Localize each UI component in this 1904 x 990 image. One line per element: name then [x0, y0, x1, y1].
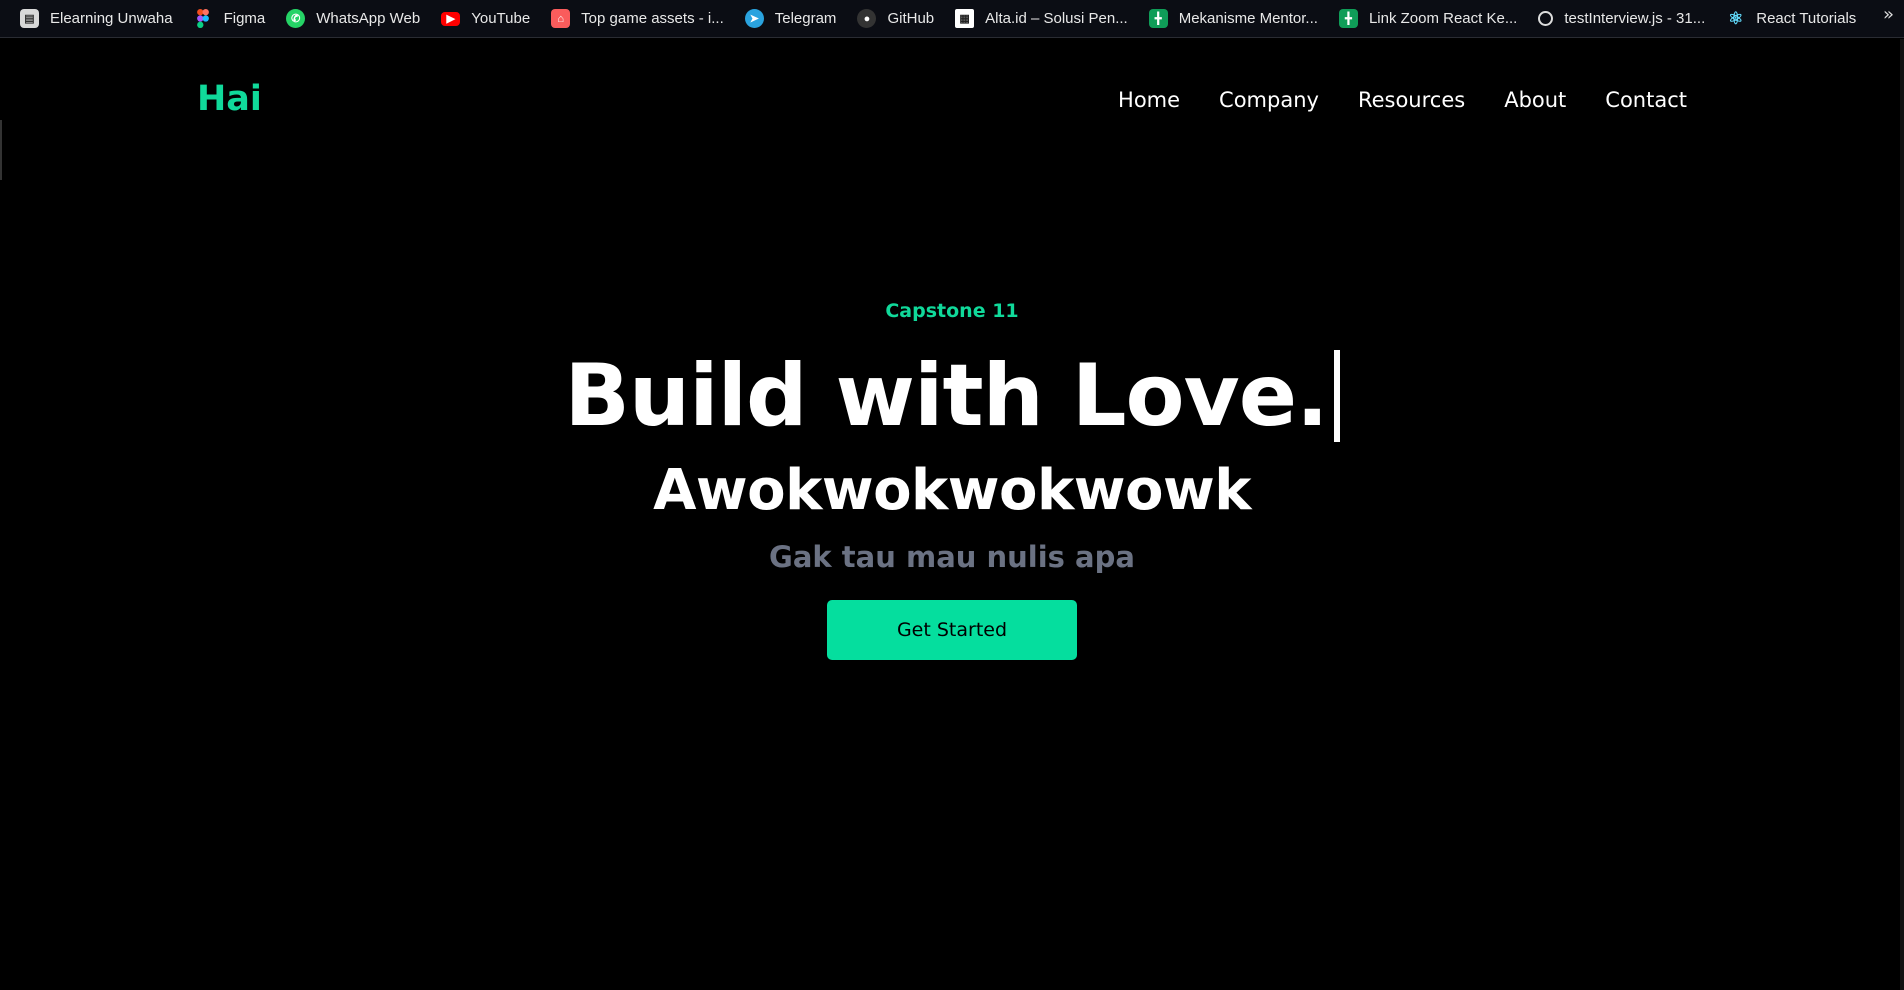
itchio-icon: ⌂	[551, 9, 571, 28]
nav-link-resources[interactable]: Resources	[1358, 88, 1465, 112]
elearning-icon: ▤	[20, 9, 39, 28]
bookmark-whatsapp[interactable]: ✆ WhatsApp Web	[286, 4, 429, 34]
bookmark-label: Elearning Unwaha	[50, 10, 173, 27]
navbar: Hai Home Company Resources About Contact	[197, 39, 1687, 161]
hero-tagline: Gak tau mau nulis apa	[769, 540, 1135, 574]
brand-logo[interactable]: Hai	[197, 79, 262, 119]
hero-headline-text: Build with Love.	[564, 346, 1328, 446]
typing-cursor	[1333, 350, 1340, 442]
bookmark-figma[interactable]: Figma	[194, 4, 275, 34]
hero-section: Capstone 11 Build with Love. Awokwokwokw…	[0, 300, 1904, 660]
nav-link-home[interactable]: Home	[1118, 88, 1180, 112]
nav-link-about[interactable]: About	[1504, 88, 1566, 112]
bookmark-telegram[interactable]: ➤ Telegram	[744, 4, 846, 34]
nav-link-company[interactable]: Company	[1219, 88, 1319, 112]
bookmark-label: Telegram	[774, 10, 837, 27]
bookmark-label: Top game assets - i...	[581, 10, 724, 27]
codesandbox-icon	[1538, 11, 1554, 26]
hero-subheadline: Awokwokwokwowk	[653, 458, 1251, 523]
bookmark-testinterview[interactable]: testInterview.js - 31...	[1538, 4, 1714, 34]
bookmark-label: React Tutorials	[1756, 10, 1857, 27]
hero-eyebrow: Capstone 11	[885, 300, 1019, 322]
nav-links: Home Company Resources About Contact	[1079, 88, 1687, 112]
bookmark-itchio[interactable]: ⌂ Top game assets - i...	[551, 4, 733, 34]
bookmark-react-tutorials[interactable]: ⚛ React Tutorials	[1726, 4, 1865, 34]
bookmark-github[interactable]: ● GitHub	[857, 4, 943, 34]
bookmark-youtube[interactable]: ▶ YouTube	[441, 4, 539, 34]
figma-icon	[194, 9, 213, 28]
hero-headline: Build with Love.	[564, 346, 1340, 446]
bookmark-label: Link Zoom React Ke...	[1368, 10, 1518, 27]
bookmark-elearning[interactable]: ▤ Elearning Unwaha	[20, 4, 182, 34]
bookmark-label: testInterview.js - 31...	[1564, 10, 1706, 27]
alta-icon: ▦	[955, 9, 975, 28]
bookmark-label: GitHub	[887, 10, 935, 27]
get-started-button[interactable]: Get Started	[827, 600, 1077, 660]
bookmarks-overflow-icon[interactable]: »	[1883, 4, 1894, 25]
telegram-icon: ➤	[744, 9, 764, 28]
bookmark-mekanisme[interactable]: ╋ Mekanisme Mentor...	[1148, 4, 1327, 34]
bookmark-label: Mekanisme Mentor...	[1178, 10, 1318, 27]
bookmark-link-zoom[interactable]: ╋ Link Zoom React Ke...	[1338, 4, 1526, 34]
bookmark-label: Alta.id – Solusi Pen...	[985, 10, 1128, 27]
bookmarks-bar: ▤ Elearning Unwaha Figma ✆ WhatsApp Web …	[0, 0, 1904, 38]
react-icon: ⚛	[1728, 8, 1744, 28]
youtube-icon: ▶	[441, 11, 461, 26]
nav-link-contact[interactable]: Contact	[1605, 88, 1687, 112]
github-icon: ●	[857, 9, 877, 28]
window-edge	[0, 120, 2, 180]
bookmark-label: YouTube	[471, 10, 531, 27]
bookmark-label: WhatsApp Web	[316, 10, 421, 27]
bookmark-label: Figma	[223, 10, 266, 27]
whatsapp-icon: ✆	[286, 9, 306, 28]
sheets-icon: ╋	[1338, 9, 1358, 28]
bookmark-alta[interactable]: ▦ Alta.id – Solusi Pen...	[955, 4, 1137, 34]
sheets-icon: ╋	[1148, 9, 1168, 28]
